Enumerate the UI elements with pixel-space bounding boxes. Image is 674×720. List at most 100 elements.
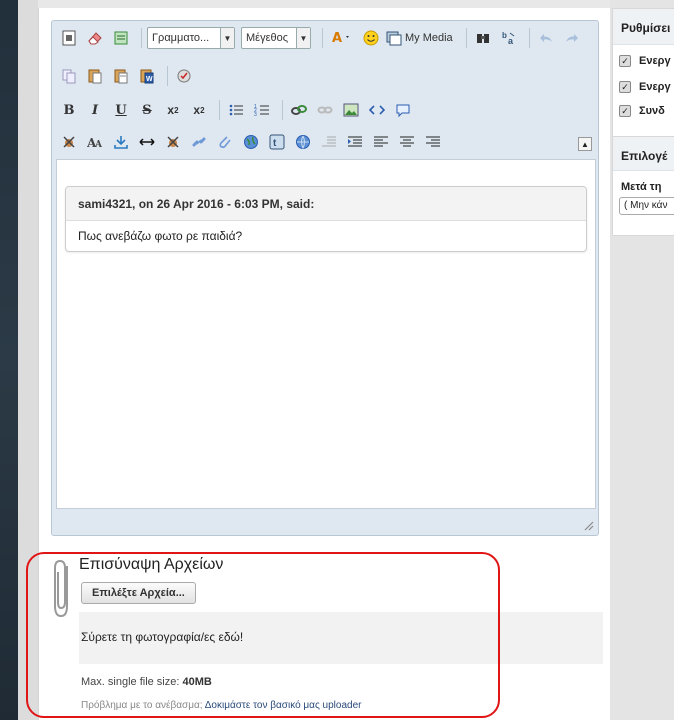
italic-button[interactable]: I (84, 99, 106, 121)
file-dropzone[interactable]: Σύρετε τη φωτογραφία/ες εδώ! (79, 612, 603, 664)
page-left-strip (0, 0, 18, 720)
dropzone-text: Σύρετε τη φωτογραφία/ες εδώ! (81, 630, 244, 644)
resize-grip-icon[interactable] (582, 519, 594, 531)
attachments-section: Επισύναψη Αρχείων Επιλέξτε Αρχεία... Σύρ… (51, 548, 603, 713)
bullet-list-icon[interactable] (225, 99, 247, 121)
options-panel: Επιλογέ Μετά τη ( Μην κάν (612, 136, 674, 236)
horizontal-arrows-icon[interactable] (136, 131, 158, 153)
setting-checkbox-1[interactable]: ✓ Ενεργ (619, 55, 671, 67)
toolbar-row-3: B I U S x2 x2 123 (58, 97, 418, 123)
attachment-icon[interactable] (214, 131, 236, 153)
after-select[interactable]: ( Μην κάν (619, 197, 674, 215)
toolbar-collapse-button[interactable]: ▲ (578, 137, 592, 151)
toolbar-separator (219, 100, 220, 120)
copy-icon[interactable] (58, 65, 80, 87)
toolbar-row-2: W (58, 63, 199, 89)
max-size-value: 40MB (182, 676, 212, 688)
replace-icon[interactable]: ba (498, 27, 520, 49)
globe-alt-icon[interactable] (292, 131, 314, 153)
code-icon[interactable] (366, 99, 388, 121)
settings-title: Ρυθμίσει (613, 9, 674, 45)
chain-icon[interactable] (188, 131, 210, 153)
setting-label-1: Ενεργ (639, 55, 671, 67)
page-left-gutter (18, 0, 38, 720)
paperclip-icon (54, 559, 68, 618)
upload-problem-text: Πρόβλημα με το ανέβασμα; (81, 700, 205, 711)
align-left-icon[interactable] (370, 131, 392, 153)
subscript-base: x (167, 103, 175, 117)
after-label: Μετά τη (621, 181, 662, 193)
svg-text:W: W (146, 76, 153, 83)
my-media-label: My Media (405, 32, 453, 44)
source-icon[interactable] (58, 27, 80, 49)
size-select[interactable]: Μέγεθος ▼ (241, 27, 311, 49)
toolbar-separator (528, 28, 530, 48)
quote-body: Πως ανεβάζω φωτο ρε παιδιά? (78, 229, 243, 243)
toolbar-separator (282, 100, 283, 120)
subscript-digit: 2 (174, 105, 179, 115)
quote-icon[interactable] (392, 99, 414, 121)
redo-icon[interactable] (561, 27, 583, 49)
toolbar-separator (141, 28, 142, 48)
svg-text:b: b (502, 31, 507, 40)
chevron-down-icon: ▼ (220, 28, 234, 48)
superscript-digit: 2 (200, 105, 205, 115)
undo-icon[interactable] (535, 27, 557, 49)
outdent-icon[interactable] (318, 131, 340, 153)
size-select-value: Μέγεθος (246, 32, 289, 44)
checkmark-icon: ✓ (619, 55, 631, 67)
font-select-value: Γραμματο... (152, 32, 210, 44)
setting-checkbox-2[interactable]: ✓ Ενεργ (619, 81, 671, 93)
checkmark-icon: ✓ (619, 81, 631, 93)
spoiler-alt-icon[interactable] (162, 131, 184, 153)
spellcheck-icon[interactable] (173, 65, 195, 87)
paste-word-icon[interactable]: W (136, 65, 158, 87)
image-icon[interactable] (340, 99, 362, 121)
toolbar-row-1: Γραμματο... ▼ Μέγεθος ▼ A My Media b a (58, 25, 587, 51)
twitter-icon[interactable]: t (266, 131, 288, 153)
emoticon-icon[interactable] (360, 27, 382, 49)
download-icon[interactable] (110, 131, 132, 153)
toolbar-row-4: AA t (58, 129, 448, 155)
options-title: Επιλογέ (613, 137, 674, 171)
align-right-icon[interactable] (422, 131, 444, 153)
choose-files-button[interactable]: Επιλέξτε Αρχεία... (81, 582, 196, 604)
bold-button[interactable]: B (58, 99, 80, 121)
setting-label-2: Ενεργ (639, 81, 671, 93)
text-color-icon[interactable]: A (328, 27, 356, 49)
find-icon[interactable] (472, 27, 494, 49)
font-size-icon[interactable]: AA (84, 131, 106, 153)
post-reply-panel: Γραμματο... ▼ Μέγεθος ▼ A My Media b a W… (38, 8, 610, 720)
paste-icon[interactable] (84, 65, 106, 87)
spoiler-icon[interactable] (58, 131, 80, 153)
max-file-size: Max. single file size: 40MB (81, 676, 212, 688)
setting-checkbox-3[interactable]: ✓ Συνδ (619, 105, 665, 117)
editor-content-area[interactable]: sami4321, on 26 Apr 2016 - 6:03 PM, said… (56, 159, 596, 509)
chevron-down-icon: ▼ (296, 28, 310, 48)
svg-text:3: 3 (254, 112, 257, 118)
quote-header: sami4321, on 26 Apr 2016 - 6:03 PM, said… (66, 187, 586, 221)
globe-icon[interactable] (240, 131, 262, 153)
indent-icon[interactable] (344, 131, 366, 153)
strikethrough-button[interactable]: S (136, 99, 158, 121)
link-icon[interactable] (288, 99, 310, 121)
underline-button[interactable]: U (110, 99, 132, 121)
subscript-button[interactable]: x2 (162, 99, 184, 121)
quote-block: sami4321, on 26 Apr 2016 - 6:03 PM, said… (65, 186, 587, 252)
eraser-icon[interactable] (84, 27, 106, 49)
setting-label-3: Συνδ (639, 105, 665, 117)
svg-text:A: A (332, 31, 342, 46)
superscript-base: x (193, 103, 201, 117)
my-media-button[interactable]: My Media (386, 27, 457, 49)
svg-text:a: a (508, 36, 514, 46)
paste-plain-icon[interactable] (110, 65, 132, 87)
superscript-button[interactable]: x2 (188, 99, 210, 121)
unlink-icon[interactable] (314, 99, 336, 121)
basic-uploader-link[interactable]: Δοκιμάστε τον βασικό μας uploader (205, 700, 362, 711)
paste-text-icon[interactable] (110, 27, 132, 49)
upload-problem-note: Πρόβλημα με το ανέβασμα; Δοκιμάστε τον β… (81, 700, 361, 711)
align-center-icon[interactable] (396, 131, 418, 153)
rich-text-editor: Γραμματο... ▼ Μέγεθος ▼ A My Media b a W… (51, 20, 599, 536)
numbered-list-icon[interactable]: 123 (251, 99, 273, 121)
font-select[interactable]: Γραμματο... ▼ (147, 27, 235, 49)
